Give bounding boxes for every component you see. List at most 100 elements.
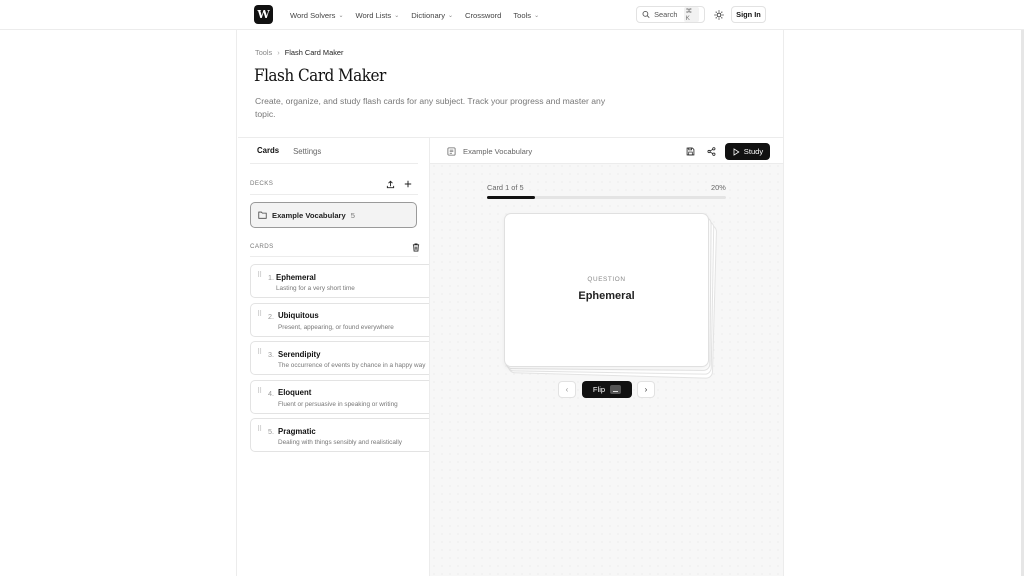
drag-handle-icon[interactable]: ⠿ xyxy=(257,271,262,279)
upload-icon xyxy=(386,180,394,188)
add-deck-button[interactable] xyxy=(402,178,414,190)
import-deck-button[interactable] xyxy=(384,178,396,190)
nav-label: Crossword xyxy=(465,10,502,20)
chevron-down-icon: ⌄ xyxy=(448,12,454,19)
folder-icon xyxy=(258,211,267,219)
card-item[interactable]: ⠿ 2. Ubiquitous Present, appearing, or f… xyxy=(250,302,429,337)
breadcrumb-tools-link[interactable]: Tools xyxy=(255,48,272,57)
nav-word-lists[interactable]: Word Lists ⌄ xyxy=(355,11,399,20)
nav-crossword[interactable]: Crossword xyxy=(465,11,501,20)
deck-sidebar: Cards Settings DECKS Example Vocabulary … xyxy=(238,138,430,576)
card-term: Eloquent xyxy=(278,388,312,397)
flip-label: Flip xyxy=(592,385,606,394)
sun-icon xyxy=(713,9,724,20)
card-number: 3. xyxy=(268,350,274,359)
progress-percent: 20% xyxy=(711,183,726,192)
search-label: Search xyxy=(654,10,678,19)
card-item[interactable]: ⠿ 3. Serendipity The occurrence of event… xyxy=(250,341,429,375)
drag-handle-icon[interactable]: ⠿ xyxy=(257,310,262,318)
chevron-right-icon: › xyxy=(277,48,280,57)
chevron-down-icon: ⌄ xyxy=(338,12,344,19)
chevron-right-icon: › xyxy=(644,385,648,394)
card-item[interactable]: ⠿ 4. Eloquent Fluent or persuasive in sp… xyxy=(250,379,429,414)
page-gutter-left xyxy=(0,0,237,576)
sign-in-label: Sign In xyxy=(736,10,761,19)
tab-cards[interactable]: Cards xyxy=(250,138,287,164)
nav-word-solvers[interactable]: Word Solvers ⌄ xyxy=(290,11,343,20)
nav-label: Word Solvers xyxy=(290,10,336,20)
card-item[interactable]: ⠿ 5. Pragmatic Dealing with things sensi… xyxy=(250,418,429,452)
card-definition: Lasting for a very short time xyxy=(276,285,355,292)
card-number: 2. xyxy=(268,311,274,321)
search-icon xyxy=(642,10,650,19)
share-deck-button[interactable] xyxy=(705,145,717,157)
nav-label: Word Lists xyxy=(355,10,392,20)
study-label: Study xyxy=(743,147,764,156)
theme-toggle-button[interactable] xyxy=(711,7,726,22)
breadcrumb: Tools › Flash Card Maker xyxy=(255,48,343,57)
page-description: Create, organize, and study flash cards … xyxy=(255,96,606,119)
card-side-label: QUESTION xyxy=(587,276,626,283)
card-definition: The occurrence of events by chance in a … xyxy=(278,362,426,369)
delete-cards-button[interactable] xyxy=(410,241,422,253)
chevron-left-icon: ‹ xyxy=(565,385,569,394)
deck-card-count: 5 xyxy=(350,210,355,220)
deck-item-example-vocabulary[interactable]: Example Vocabulary 5 xyxy=(250,202,417,228)
card-term: Ephemeral xyxy=(276,272,316,282)
search-button[interactable]: Search ⌘ K xyxy=(636,6,705,23)
card-number: 1. xyxy=(268,273,274,282)
active-deck-name: Example Vocabulary xyxy=(463,146,533,156)
breadcrumb-current: Flash Card Maker xyxy=(284,48,344,57)
card-word: Ephemeral xyxy=(578,290,635,302)
card-term: Ubiquitous xyxy=(278,311,319,320)
top-navigation-bar: W Word Solvers ⌄ Word Lists ⌄ Dictionary ⌄ … xyxy=(0,0,1024,30)
card-definition: Present, appearing, or found everywhere xyxy=(278,323,394,331)
page-gutter-right xyxy=(783,0,1024,576)
share-icon xyxy=(706,146,715,156)
study-toolbar: Example Vocabulary Study xyxy=(430,138,783,164)
trash-icon xyxy=(412,243,420,251)
play-icon xyxy=(733,147,740,156)
nav-label: Dictionary xyxy=(411,10,445,20)
card-number: 4. xyxy=(268,388,274,398)
nav-label: Tools xyxy=(513,10,532,20)
spacebar-key-icon xyxy=(610,385,622,394)
card-term: Pragmatic xyxy=(278,426,316,436)
active-deck: Example Vocabulary xyxy=(447,138,532,164)
study-panel: Example Vocabulary Study Card 1 of 5 20%… xyxy=(430,138,783,576)
nav-dictionary[interactable]: Dictionary ⌄ xyxy=(411,11,453,20)
card-item[interactable]: ⠿ 1. Ephemeral Lasting for a very short … xyxy=(250,264,429,298)
tab-settings[interactable]: Settings xyxy=(286,138,328,164)
chevron-down-icon: ⌄ xyxy=(394,12,400,19)
site-logo[interactable]: W xyxy=(254,5,273,24)
flashcard-workspace: Cards Settings DECKS Example Vocabulary … xyxy=(238,137,783,576)
logo-text: W xyxy=(257,8,270,21)
page-title: Flash Card Maker xyxy=(254,66,386,86)
main-nav: Word Solvers ⌄ Word Lists ⌄ Dictionary ⌄ Cr… xyxy=(290,0,539,30)
previous-card-button[interactable]: ‹ xyxy=(558,381,576,398)
tabs-divider xyxy=(250,163,418,164)
save-icon xyxy=(686,147,694,155)
decks-divider xyxy=(250,194,418,195)
cards-heading: CARDS xyxy=(250,243,274,250)
flashcard[interactable]: QUESTION Ephemeral xyxy=(504,213,709,367)
nav-tools[interactable]: Tools ⌄ xyxy=(513,11,539,20)
plus-icon xyxy=(404,180,412,188)
decks-heading: DECKS xyxy=(250,180,274,187)
card-number: 5. xyxy=(268,427,274,436)
card-term: Serendipity xyxy=(278,349,321,359)
sidebar-tabs: Cards Settings xyxy=(250,138,328,164)
save-deck-button[interactable] xyxy=(684,145,696,157)
drag-handle-icon[interactable]: ⠿ xyxy=(257,425,262,433)
card-definition: Fluent or persuasive in speaking or writ… xyxy=(278,400,398,408)
search-shortcut: ⌘ K xyxy=(683,7,699,22)
drag-handle-icon[interactable]: ⠿ xyxy=(257,348,262,356)
flip-card-button[interactable]: Flip xyxy=(582,381,632,398)
study-button[interactable]: Study xyxy=(725,143,770,160)
progress-label: Card 1 of 5 xyxy=(487,183,524,192)
card-definition: Dealing with things sensibly and realist… xyxy=(278,439,402,446)
next-card-button[interactable]: › xyxy=(637,381,655,398)
drag-handle-icon[interactable]: ⠿ xyxy=(257,387,262,395)
sign-in-button[interactable]: Sign In xyxy=(731,6,766,23)
card-list: ⠿ 1. Ephemeral Lasting for a very short … xyxy=(250,264,429,457)
